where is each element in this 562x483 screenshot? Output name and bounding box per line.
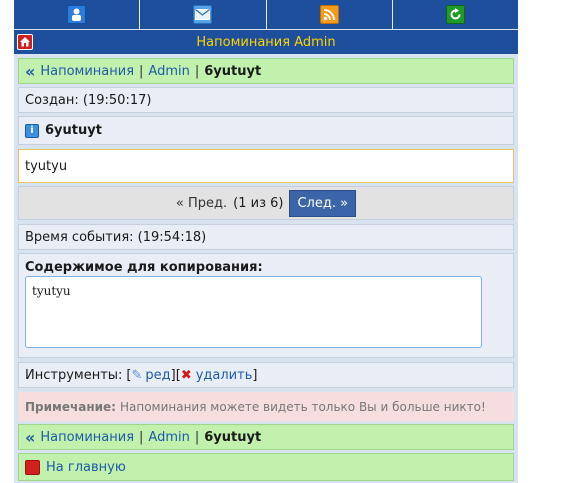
bracket: ] xyxy=(252,367,258,383)
event-time-row: Время события: (19:54:18) xyxy=(18,224,514,250)
copy-textarea[interactable]: tyutyu xyxy=(25,276,482,348)
pencil-icon[interactable]: ✎ xyxy=(132,368,143,383)
page-status: (1 из 6) xyxy=(233,195,284,211)
toolbar-user[interactable] xyxy=(14,0,141,29)
home-link[interactable]: На главную xyxy=(46,460,126,475)
delete-link[interactable]: удалить xyxy=(196,368,253,383)
prev-link[interactable]: « Пред. xyxy=(176,196,227,211)
tools-row: Инструменты: [ ✎ ред ][ ✖ удалить ] xyxy=(18,362,514,388)
breadcrumb-separator: | xyxy=(139,429,144,445)
back-chevron-icon: « xyxy=(25,427,36,447)
rss-icon[interactable] xyxy=(319,5,339,24)
info-icon: i xyxy=(25,123,39,138)
breadcrumb-root-link[interactable]: Напоминания xyxy=(40,64,134,79)
copy-label: Содержимое для копирования: xyxy=(25,260,263,275)
item-title-row: i 6yutuyt xyxy=(18,116,514,145)
breadcrumb-bottom: « Напоминания | Admin | 6yutuyt xyxy=(18,424,514,450)
breadcrumb-root-link[interactable]: Напоминания xyxy=(40,430,134,445)
item-title: 6yutuyt xyxy=(45,123,102,138)
delete-icon[interactable]: ✖ xyxy=(181,368,192,383)
note-text: Напоминания можете видеть только Вы и бо… xyxy=(119,399,486,414)
next-button[interactable]: След. » xyxy=(289,189,357,217)
breadcrumb-separator: | xyxy=(139,63,144,79)
breadcrumb-current: 6yutuyt xyxy=(204,63,262,79)
toolbar-rss[interactable] xyxy=(267,0,393,29)
breadcrumb-current: 6yutuyt xyxy=(204,429,262,445)
breadcrumb: « Напоминания | Admin | 6yutuyt xyxy=(18,58,514,84)
item-body-text: tyutyu xyxy=(25,158,68,174)
bracket: ][ xyxy=(170,367,181,383)
created-time: Создан: (19:50:17) xyxy=(25,92,152,108)
breadcrumb-separator: | xyxy=(194,63,200,79)
top-toolbar xyxy=(14,0,518,29)
home-icon[interactable] xyxy=(17,34,33,50)
breadcrumb-user-link[interactable]: Admin xyxy=(148,64,189,79)
title-bar: Напоминания Admin xyxy=(14,30,518,54)
breadcrumb-separator: | xyxy=(194,429,200,445)
mail-icon[interactable] xyxy=(193,5,213,24)
item-body: tyutyu xyxy=(18,149,514,183)
home-row: На главную xyxy=(18,453,514,481)
edit-link[interactable]: ред xyxy=(145,368,170,383)
breadcrumb-user-link[interactable]: Admin xyxy=(148,430,189,445)
user-icon[interactable] xyxy=(67,5,87,24)
created-row: Создан: (19:50:17) xyxy=(18,87,514,113)
pagination: « Пред. (1 из 6) След. » xyxy=(18,186,514,220)
toolbar-mail[interactable] xyxy=(140,0,267,29)
note-label: Примечание: xyxy=(25,399,116,414)
home-icon[interactable] xyxy=(25,459,40,475)
refresh-icon[interactable] xyxy=(445,5,465,24)
tools-label: Инструменты: xyxy=(25,367,123,383)
back-chevron-icon: « xyxy=(25,61,36,81)
event-time: Время события: (19:54:18) xyxy=(25,229,207,245)
page-title: Напоминания Admin xyxy=(196,34,336,50)
toolbar-refresh[interactable] xyxy=(393,0,518,29)
page-container: Напоминания Admin « Напоминания | Admin … xyxy=(14,0,518,483)
note-row: Примечание: Напоминания можете видеть то… xyxy=(18,392,514,421)
